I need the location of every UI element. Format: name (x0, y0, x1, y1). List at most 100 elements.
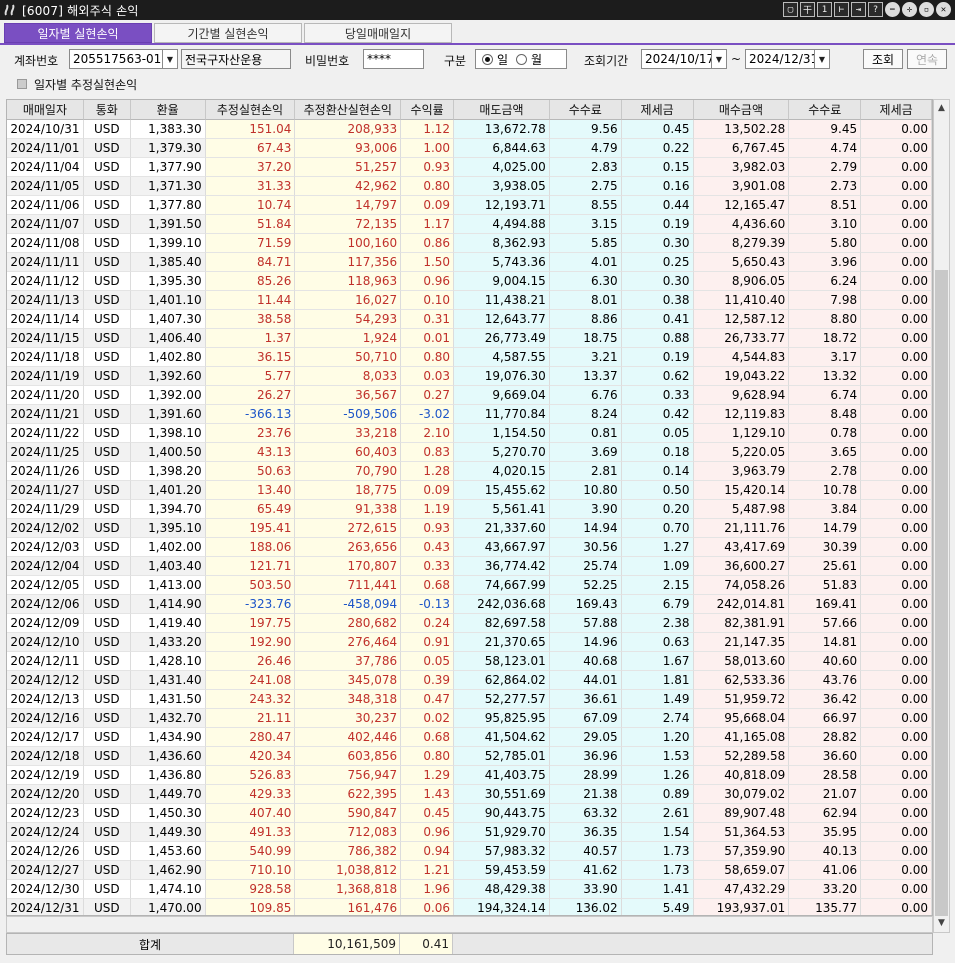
table-row[interactable]: 2024/11/08 USD 1,399.10 71.59 100,160 0.86 8,3… (7, 234, 932, 253)
radio-day[interactable]: 일 (482, 51, 508, 68)
table-row[interactable]: 2024/11/27 USD 1,401.20 13.40 18,775 0.09 15,4… (7, 481, 932, 500)
date-to-dropdown-icon[interactable]: ▼ (814, 49, 830, 69)
table-row[interactable]: 2024/12/24 USD 1,449.30 491.33 712,083 0.96 51… (7, 823, 932, 842)
help-icon[interactable]: ? (868, 2, 883, 17)
link-icon[interactable]: ⊢ (834, 2, 849, 17)
table-row[interactable]: 2024/12/12 USD 1,431.40 241.08 345,078 0.39 62… (7, 671, 932, 690)
table-row[interactable]: 2024/11/18 USD 1,402.80 36.15 50,710 0.80 4,58… (7, 348, 932, 367)
cell-buy-tax: 0.00 (861, 652, 932, 671)
table-row[interactable]: 2024/11/25 USD 1,400.50 43.13 60,403 0.83 5,27… (7, 443, 932, 462)
horizontal-scrollbar[interactable] (6, 916, 933, 933)
next-button[interactable]: 연속 (907, 49, 947, 69)
table-row[interactable]: 2024/11/20 USD 1,392.00 26.27 36,567 0.27 9,66… (7, 386, 932, 405)
cell-buy-amount: 57,359.90 (693, 842, 790, 861)
table-row[interactable]: 2024/11/15 USD 1,406.40 1.37 1,924 0.01 26,773… (7, 329, 932, 348)
table-row[interactable]: 2024/11/01 USD 1,379.30 67.43 93,006 1.00 6,84… (7, 139, 932, 158)
cell-trade-date: 2024/11/08 (7, 234, 84, 253)
cell-estimated-krw-pnl: 36,567 (295, 386, 402, 405)
pin-icon[interactable]: 干 (800, 2, 815, 17)
cell-currency: USD (83, 215, 131, 234)
table-row[interactable]: 2024/12/30 USD 1,474.10 928.58 1,368,818 1.96… (7, 880, 932, 899)
table-row[interactable]: 2024/11/04 USD 1,377.90 37.20 51,257 0.93 4,02… (7, 158, 932, 177)
table-row[interactable]: 2024/11/12 USD 1,395.30 85.26 118,963 0.96 9,0… (7, 272, 932, 291)
table-row[interactable]: 2024/12/02 USD 1,395.10 195.41 272,615 0.93 21… (7, 519, 932, 538)
header-sell-tax[interactable]: 제세금 (621, 100, 694, 120)
restore-icon[interactable]: ▢ (783, 2, 798, 17)
header-buy-fee[interactable]: 수수료 (789, 100, 862, 120)
one-icon[interactable]: 1 (817, 2, 832, 17)
table-row[interactable]: 2024/11/11 USD 1,385.40 84.71 117,356 1.50 5,7… (7, 253, 932, 272)
table-row[interactable]: 2024/12/16 USD 1,432.70 21.11 30,237 0.02 95,8… (7, 709, 932, 728)
date-from-dropdown-icon[interactable]: ▼ (711, 49, 727, 69)
table-row[interactable]: 2024/11/29 USD 1,394.70 65.49 91,338 1.19 5,56… (7, 500, 932, 519)
table-row[interactable]: 2024/12/03 USD 1,402.00 188.06 263,656 0.43 43… (7, 538, 932, 557)
export-icon[interactable]: ⇥ (851, 2, 866, 17)
table-row[interactable]: 2024/12/19 USD 1,436.80 526.83 756,947 1.29 41… (7, 766, 932, 785)
tab-daily-realized[interactable]: 일자별 실현손익 (4, 23, 152, 43)
scroll-down-icon[interactable]: ▼ (934, 915, 949, 931)
header-estimated-krw-pnl[interactable]: 추정환산실현손익 (295, 100, 402, 120)
table-row[interactable]: 2024/12/04 USD 1,403.40 121.71 170,807 0.33 36… (7, 557, 932, 576)
header-estimated-pnl[interactable]: 추정실현손익 (205, 100, 296, 120)
close-icon[interactable]: ✕ (936, 2, 951, 17)
table-row[interactable]: 2024/12/05 USD 1,413.00 503.50 711,441 0.68 74… (7, 576, 932, 595)
cell-sell-amount: 57,983.32 (454, 842, 550, 861)
table-row[interactable]: 2024/12/17 USD 1,434.90 280.47 402,446 0.68 41… (7, 728, 932, 747)
date-from-input[interactable]: 2024/10/17 (641, 49, 714, 69)
password-input[interactable]: **** (363, 49, 424, 69)
cell-buy-amount: 51,959.72 (693, 690, 790, 709)
query-button[interactable]: 조회 (863, 49, 903, 69)
date-to-input[interactable]: 2024/12/31 (745, 49, 818, 69)
table-row[interactable]: 2024/12/10 USD 1,433.20 192.90 276,464 0.91 21… (7, 633, 932, 652)
table-row[interactable]: 2024/12/31 USD 1,470.00 109.85 161,476 0.06 19… (7, 899, 932, 915)
table-row[interactable]: 2024/11/26 USD 1,398.20 50.63 70,790 1.28 4,02… (7, 462, 932, 481)
table-row[interactable]: 2024/12/06 USD 1,414.90 -323.76 -458,094 -0.1… (7, 595, 932, 614)
estimated-realized-checkbox[interactable] (17, 79, 27, 89)
table-row[interactable]: 2024/11/07 USD 1,391.50 51.84 72,135 1.17 4,49… (7, 215, 932, 234)
table-row[interactable]: 2024/12/18 USD 1,436.60 420.34 603,856 0.80 52… (7, 747, 932, 766)
cell-sell-tax: 0.50 (621, 481, 694, 500)
table-row[interactable]: 2024/12/23 USD 1,450.30 407.40 590,847 0.45 90… (7, 804, 932, 823)
table-row[interactable]: 2024/12/13 USD 1,431.50 243.32 348,318 0.47 52… (7, 690, 932, 709)
table-row[interactable]: 2024/11/22 USD 1,398.10 23.76 33,218 2.10 1,15… (7, 424, 932, 443)
table-row[interactable]: 2024/10/31 USD 1,383.30 151.04 208,933 1.12 13… (7, 120, 932, 139)
cell-exchange-rate: 1,406.40 (130, 329, 206, 348)
vertical-scrollbar[interactable]: ▲ ▼ (933, 99, 950, 933)
table-row[interactable]: 2024/11/06 USD 1,377.80 10.74 14,797 0.09 12,1… (7, 196, 932, 215)
cell-buy-fee: 3.17 (789, 348, 862, 367)
table-row[interactable]: 2024/11/05 USD 1,371.30 31.33 42,962 0.80 3,93… (7, 177, 932, 196)
table-row[interactable]: 2024/11/21 USD 1,391.60 -366.13 -509,506 -3.0… (7, 405, 932, 424)
header-buy-tax[interactable]: 제세금 (861, 100, 932, 120)
header-return-rate[interactable]: 수익률 (401, 100, 455, 120)
table-row[interactable]: 2024/12/09 USD 1,419.40 197.75 280,682 0.24 82… (7, 614, 932, 633)
table-row[interactable]: 2024/11/19 USD 1,392.60 5.77 8,033 0.03 19,076… (7, 367, 932, 386)
tab-period-realized[interactable]: 기간별 실현손익 (154, 23, 302, 43)
table-row[interactable]: 2024/11/13 USD 1,401.10 11.44 16,027 0.10 11,4… (7, 291, 932, 310)
scroll-up-icon[interactable]: ▲ (934, 100, 949, 116)
header-currency[interactable]: 통화 (83, 100, 131, 120)
account-dropdown-icon[interactable]: ▼ (162, 49, 178, 69)
cell-exchange-rate: 1,399.10 (130, 234, 206, 253)
table-row[interactable]: 2024/12/20 USD 1,449.70 429.33 622,395 1.43 30… (7, 785, 932, 804)
minimize-icon[interactable]: − (885, 2, 900, 17)
table-row[interactable]: 2024/11/14 USD 1,407.30 38.58 54,293 0.31 12,6… (7, 310, 932, 329)
radio-month[interactable]: 월 (516, 51, 542, 68)
tab-daily-journal[interactable]: 당일매매일지 (304, 23, 452, 43)
cell-estimated-pnl: 188.06 (205, 538, 296, 557)
move-icon[interactable]: ✛ (902, 2, 917, 17)
header-trade-date[interactable]: 매매일자 (7, 100, 84, 120)
table-row[interactable]: 2024/12/27 USD 1,462.90 710.10 1,038,812 1.21… (7, 861, 932, 880)
cell-sell-amount: 4,494.88 (454, 215, 550, 234)
header-exchange-rate[interactable]: 환율 (130, 100, 206, 120)
type-label: 구분 (444, 54, 467, 68)
table-row[interactable]: 2024/12/11 USD 1,428.10 26.46 37,786 0.05 58,1… (7, 652, 932, 671)
maximize-icon[interactable]: ▫ (919, 2, 934, 17)
window-buttons: ▢ 干 1 ⊢ ⇥ ? − ✛ ▫ ✕ (783, 2, 951, 17)
account-number-input[interactable]: 205517563-01 (69, 49, 163, 69)
header-buy-amount[interactable]: 매수금액 (693, 100, 790, 120)
cell-sell-fee: 63.32 (549, 804, 622, 823)
header-sell-amount[interactable]: 매도금액 (454, 100, 550, 120)
scroll-thumb[interactable] (935, 270, 948, 916)
header-sell-fee[interactable]: 수수료 (549, 100, 622, 120)
table-row[interactable]: 2024/12/26 USD 1,453.60 540.99 786,382 0.94 57… (7, 842, 932, 861)
